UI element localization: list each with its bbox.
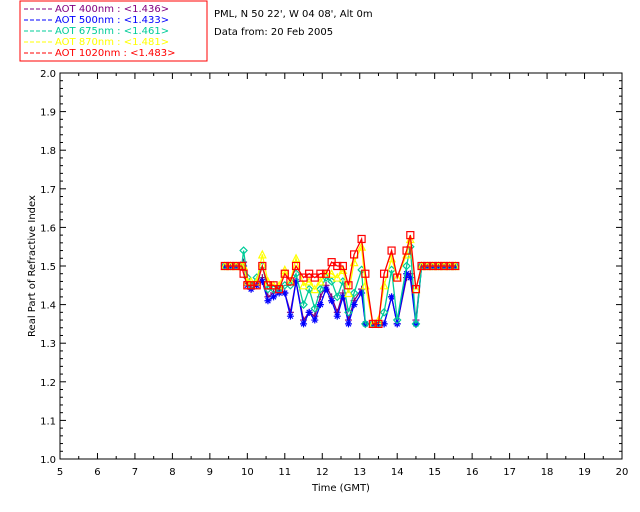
asterisk-marker: [333, 312, 341, 320]
y-tick-label: 1.7: [40, 185, 56, 196]
y-tick-label: 1.5: [40, 262, 56, 273]
x-axis-title: Time (GMT): [311, 483, 370, 494]
x-tick-label: 14: [391, 467, 404, 478]
legend-entry: AOT 870nm : <1.481>: [55, 37, 169, 48]
asterisk-marker: [286, 312, 294, 320]
x-tick-label: 8: [169, 467, 175, 478]
asterisk-marker: [344, 320, 352, 328]
axis-ticks: 5 6 7 8 9 10 11 12 13 14 15 16 17 18 19 20 1.0 1.1 1.2 1.3 1…: [40, 69, 628, 478]
x-tick-label: 6: [94, 467, 100, 478]
x-tick-label: 11: [278, 467, 291, 478]
x-tick-label: 5: [57, 467, 63, 478]
x-tick-label: 15: [428, 467, 441, 478]
x-tick-label: 16: [466, 467, 479, 478]
y-tick-label: 1.9: [40, 108, 56, 119]
y-axis-title: Real Part of Refractive Index: [27, 195, 38, 337]
x-tick-label: 10: [241, 467, 254, 478]
x-tick-label: 19: [578, 467, 591, 478]
asterisk-marker: [328, 297, 336, 305]
y-tick-label: 1.1: [40, 416, 56, 427]
site-line: PML, N 50 22', W 04 08', Alt 0m: [214, 9, 373, 20]
legend-entry: AOT 400nm : <1.436>: [55, 4, 169, 15]
legend-entry: AOT 500nm : <1.433>: [55, 15, 169, 26]
legend-entry: AOT 675nm : <1.461>: [55, 26, 169, 37]
asterisk-marker: [300, 320, 308, 328]
y-tick-label: 1.8: [40, 146, 56, 157]
asterisk-marker: [358, 289, 366, 297]
legend-entry: AOT 1020nm : <1.483>: [55, 48, 175, 59]
x-tick-label: 17: [503, 467, 516, 478]
x-tick-label: 9: [207, 467, 213, 478]
x-tick-label: 13: [353, 467, 366, 478]
y-tick-label: 2.0: [40, 69, 56, 80]
date-line: Data from: 20 Feb 2005: [214, 27, 333, 38]
refractive-index-chart: AOT 400nm : <1.436>AOT 500nm : <1.433>AO…: [19, 0, 628, 494]
data-series: [220, 231, 460, 329]
y-tick-label: 1.3: [40, 339, 56, 350]
y-tick-label: 1.2: [40, 378, 56, 389]
x-tick-label: 12: [316, 467, 329, 478]
y-tick-label: 1.4: [40, 301, 56, 312]
asterisk-marker: [311, 316, 319, 324]
y-tick-label: 1.0: [40, 455, 56, 466]
x-tick-label: 20: [616, 467, 629, 478]
x-tick-label: 18: [541, 467, 554, 478]
x-tick-label: 7: [132, 467, 138, 478]
y-tick-label: 1.6: [40, 223, 56, 234]
